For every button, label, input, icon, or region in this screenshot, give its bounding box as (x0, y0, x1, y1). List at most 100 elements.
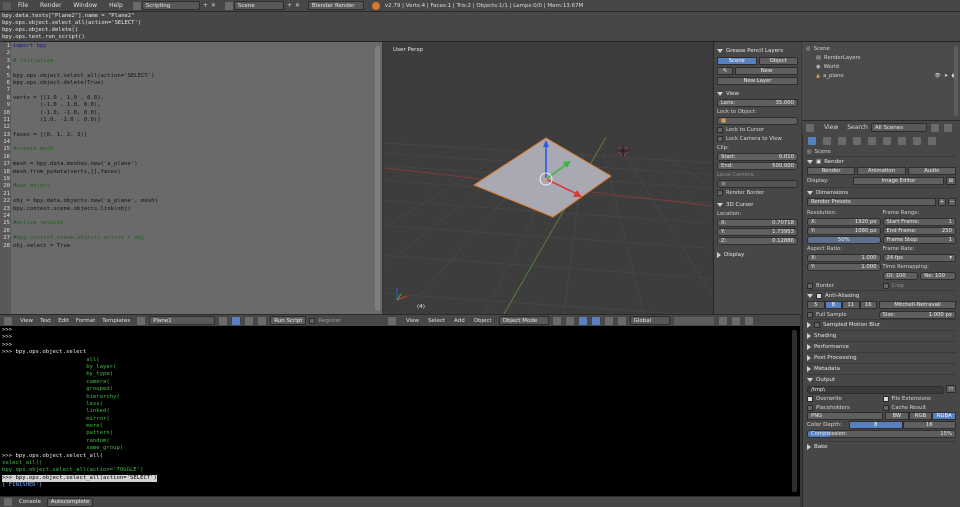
code-line[interactable]: 5 bpy.ops.object.select_all(action='SELEC… (0, 73, 370, 80)
code-line[interactable]: 7 (0, 87, 370, 94)
3d-viewport[interactable]: User Persp (4) (384, 42, 712, 314)
3d-cursor-section-header[interactable]: 3D Cursor (717, 200, 798, 209)
render-layers-tab-icon[interactable] (823, 136, 831, 145)
grease-pencil-section-header[interactable]: Grease Pencil Layers (717, 46, 798, 55)
code-line[interactable]: 25 #active selects (0, 220, 370, 227)
autocomplete-button[interactable]: Autocomplete (46, 497, 94, 507)
3d-cursor-icon[interactable] (617, 145, 629, 157)
menu-view[interactable]: View (824, 124, 838, 131)
start-frame-field[interactable]: Start Frame: 1 (882, 218, 956, 226)
code-line[interactable]: 23 bpy.context.scene.objects.link(obj) (0, 206, 370, 213)
text-name-field[interactable]: Plane1 (149, 316, 216, 325)
time-remap-old-field[interactable]: Ol: 100 (882, 272, 919, 280)
aa-samples-16[interactable]: 16 (859, 301, 877, 309)
shading-section-header[interactable]: Shading (807, 330, 956, 341)
code-line[interactable]: 17 mesh = bpy.data.meshes.new('a_plane') (0, 161, 370, 168)
gp-scene-button[interactable]: Scene (717, 57, 757, 65)
frame-rate-select[interactable]: 24 fps ▾ (882, 254, 956, 262)
code-line[interactable]: 2 (0, 50, 370, 57)
console-tab[interactable]: Console (16, 497, 44, 507)
menu-object[interactable]: Object (474, 318, 492, 324)
code-line[interactable]: 6 bpy.ops.object.delete(True) (0, 80, 370, 87)
menu-help[interactable]: Help (103, 2, 129, 9)
time-remap-new-field[interactable]: Ne: 100 (920, 272, 956, 280)
mode-select[interactable]: Object Mode (498, 316, 549, 325)
code-line[interactable]: 11 (1.0, -1.0 , 0.0)] (0, 117, 370, 124)
checkbox[interactable] (807, 404, 813, 411)
code-line[interactable]: 26 (0, 228, 370, 235)
object-tab-icon[interactable] (868, 136, 876, 145)
snap-icon[interactable] (731, 316, 740, 325)
editor-scrollbar[interactable] (375, 46, 380, 311)
gp-new-button[interactable]: New (735, 67, 798, 75)
new-layer-button[interactable]: New Layer (717, 77, 798, 85)
aa-size-field[interactable]: Size: 1.000 px (878, 311, 956, 319)
clip-end-field[interactable]: End: 500.000 (717, 162, 798, 170)
end-frame-field[interactable]: End Frame: 250 (882, 227, 956, 235)
menu-window[interactable]: Window (67, 2, 103, 9)
editor-type-icon[interactable] (388, 316, 396, 325)
render-section-header[interactable]: ▣ Render (807, 156, 956, 167)
outliner-item-renderlayers[interactable]: ▤ RenderLayers (804, 53, 958, 62)
checkbox[interactable] (807, 311, 813, 318)
render-button[interactable]: Render (807, 167, 856, 175)
crop-checkbox[interactable]: Crop (882, 281, 957, 290)
code-line[interactable]: 16 (0, 154, 370, 161)
screen-layout-icon[interactable] (132, 1, 141, 10)
menu-search[interactable]: Search (847, 124, 868, 131)
editor-type-icon[interactable] (4, 498, 12, 506)
outliner[interactable]: ◎Scene ▤RenderLayers ◉World ▲a_plane 👁➤◐ (802, 42, 960, 120)
resolution-y-field[interactable]: Y: 1080 px (807, 227, 881, 235)
menu-render[interactable]: Render (34, 2, 67, 9)
editor-type-icon[interactable] (3, 1, 11, 10)
line-numbers-toggle-icon[interactable] (232, 316, 241, 325)
checkbox[interactable] (882, 404, 889, 411)
menu-add[interactable]: Add (454, 318, 465, 324)
output-path-field[interactable]: /tmp\ (807, 386, 944, 394)
outliner-scrollbar[interactable] (954, 46, 958, 116)
bake-section-header[interactable]: Bake (807, 441, 956, 452)
file-extensions-checkbox[interactable]: File Extensions (882, 394, 957, 403)
text-browse-icon[interactable] (137, 316, 146, 325)
checkbox[interactable] (882, 395, 889, 402)
remove-preset-icon[interactable]: − (948, 198, 956, 206)
file-format-select[interactable]: PNG (807, 412, 883, 420)
overwrite-checkbox[interactable]: Overwrite (807, 394, 881, 403)
aa-samples-11[interactable]: 11 (842, 301, 860, 309)
menu-select[interactable]: Select (428, 318, 445, 324)
anti-aliasing-checkbox[interactable] (816, 293, 822, 299)
render-preview-icon[interactable] (744, 316, 753, 325)
menu-view[interactable]: View (20, 318, 33, 324)
menu-edit[interactable]: Edit (58, 318, 69, 324)
animation-button[interactable]: Animation (857, 167, 906, 175)
outliner-item-scene[interactable]: ◎ Scene (804, 44, 958, 53)
material-tab-icon[interactable] (928, 136, 936, 145)
color-rgba-button[interactable]: RGBA (932, 412, 957, 420)
code-line[interactable]: 14 (0, 139, 370, 146)
metadata-section-header[interactable]: Metadata (807, 363, 956, 374)
aa-filter-select[interactable]: Mitchell-Netravali (879, 301, 956, 309)
pivot-point-icon[interactable] (565, 316, 574, 325)
output-section-header[interactable]: Output (807, 374, 956, 385)
code-line[interactable]: 24 (0, 213, 370, 220)
visibility-eye-icon[interactable]: 👁 (934, 73, 941, 79)
cursor-z-field[interactable]: Z: 0.12886 (717, 237, 798, 245)
resolution-x-field[interactable]: X: 1920 px (807, 218, 881, 226)
code-line[interactable]: 1 import bpy (0, 43, 370, 50)
remove-layout-icon[interactable]: ✕ (211, 2, 216, 9)
full-sample-checkbox[interactable]: Full Sample (807, 310, 877, 319)
code-line[interactable]: 20 #add object (0, 183, 370, 190)
render-tab-icon[interactable] (808, 136, 816, 145)
checkbox[interactable] (717, 189, 723, 196)
checkbox[interactable] (882, 282, 889, 289)
cache-result-checkbox[interactable]: Cache Result (882, 403, 957, 412)
menu-format[interactable]: Format (76, 318, 95, 324)
code-line[interactable]: 19 (0, 176, 370, 183)
manipulator-toggle-icon[interactable] (578, 316, 587, 325)
syntax-highlight-toggle-icon[interactable] (258, 316, 267, 325)
view-section-header[interactable]: View (717, 89, 798, 98)
border-checkbox[interactable]: Border (807, 281, 881, 290)
browse-folder-icon[interactable]: ▭ (946, 385, 956, 393)
anti-aliasing-section-header[interactable]: Anti-Aliasing (807, 290, 956, 301)
scene-select[interactable]: Scene (233, 1, 284, 10)
